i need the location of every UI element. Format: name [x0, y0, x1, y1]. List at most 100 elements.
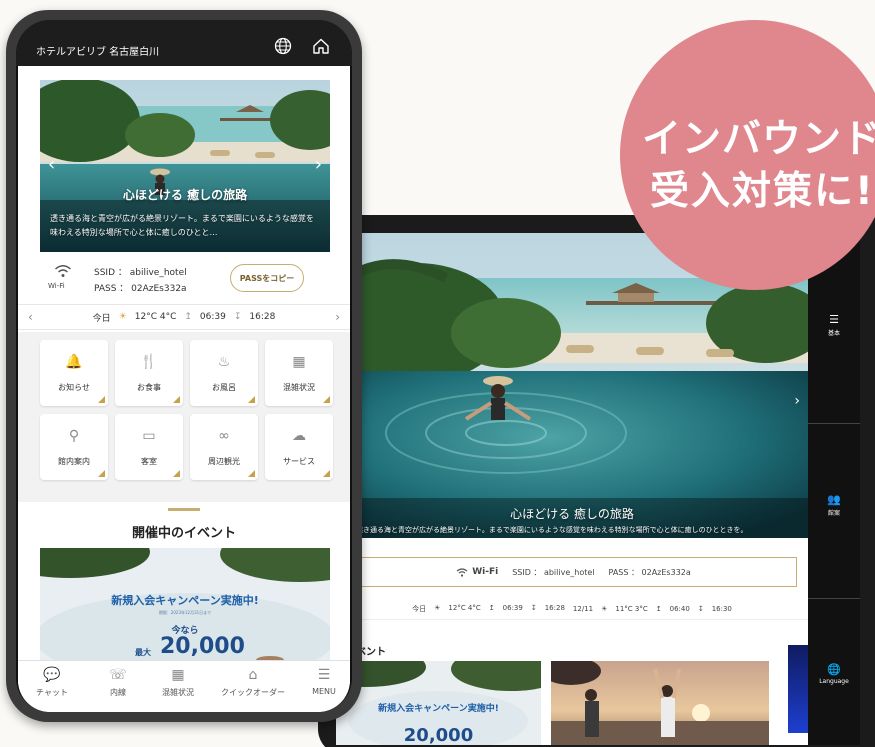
tablet-event-card-yoga[interactable]	[551, 661, 769, 745]
weather-sunset: 16:30	[711, 604, 732, 613]
tablet-event-card-campaign[interactable]: 新規入会キャンペーン実施中! 20,000	[336, 661, 541, 745]
sun-icon: ☀	[601, 604, 608, 613]
tile-sightseeing[interactable]: ∞ 周辺観光	[190, 414, 258, 480]
weather-sunset: 16:28	[249, 312, 276, 322]
menu-icon: ☰	[317, 667, 331, 683]
campaign-amount: 20,000	[160, 634, 245, 659]
hotel-title: ホテルアビリブ 名古屋白川	[36, 47, 160, 58]
tablet-weather-next-day: 12/11 ☀ 11°C 3°C ↥ 06:40 ↧ 16:30	[573, 605, 732, 613]
sunrise-icon: ↥	[488, 603, 495, 612]
wifi-ssid: SSID ： abilive_hotel	[94, 268, 187, 278]
wifi-pass: PASS ： 02AzEs332a	[94, 284, 187, 294]
campaign-title: 新規入会キャンペーン実施中!	[111, 594, 259, 607]
tablet-wifi-label: Wi-Fi	[472, 567, 499, 577]
copy-pass-button[interactable]: PASSをコピー	[230, 264, 304, 292]
tile-service[interactable]: ☁ サービス	[265, 414, 333, 480]
tile-label: 客室	[141, 457, 157, 466]
crowd-icon: ▦	[292, 354, 306, 370]
phone-device: ホテルアビリブ 名古屋白川 ‹ › 心ほどける 癒しの旅路 透き通る海と青空が広…	[6, 10, 362, 722]
divider	[808, 598, 860, 599]
nav-label: チャット	[36, 688, 68, 697]
event-card-campaign[interactable]: 新規入会キャンペーン実施中! 期限：2023年12月31日まで 今なら 最大 2…	[40, 548, 330, 668]
phone-wifi-box: Wi-Fi SSID ： abilive_hotel PASS ： 02AzEs…	[40, 262, 330, 298]
hero-next-button[interactable]: ›	[315, 154, 322, 175]
weather-next-button[interactable]: ›	[335, 310, 340, 324]
phone-hero-subtitle: 透き通る海と青空が広がる絶景リゾート。まるで楽園にいるような感覚を味わえる特別な…	[50, 214, 314, 237]
nav-label: 混雑状況	[162, 688, 194, 697]
bed-icon: ▭	[142, 428, 156, 444]
tablet-weather-bar: 今日 ☀ 12°C 4°C ↥ 06:39 ↧ 16:28 12/11 ☀ 11…	[336, 598, 808, 620]
divider	[808, 423, 860, 424]
phone-icon: ☏	[109, 667, 127, 683]
tablet-wifi-pass: PASS ： 02AzEs332a	[608, 567, 691, 577]
tile-crowd[interactable]: ▦ 混雑状況	[265, 340, 333, 406]
bath-icon: ♨	[217, 354, 231, 370]
badge-line-2: 受入対策に!	[650, 169, 875, 214]
phone-screen: ‹ › 心ほどける 癒しの旅路 透き通る海と青空が広がる絶景リゾート。まるで楽園…	[18, 66, 350, 712]
nav-label: MENU	[312, 687, 336, 696]
dining-icon: 🍴	[140, 354, 158, 370]
tablet-campaign-amount: 20,000	[403, 725, 474, 745]
weather-day: 今日	[412, 604, 427, 613]
tile-news[interactable]: 🔔 お知らせ	[40, 340, 108, 406]
tile-room[interactable]: ▭ 客室	[115, 414, 183, 480]
service-grid: 🔔 お知らせ 🍴 お食事 ♨ お風呂 ▦ 混雑状況 ⚲ 館内案内 ▭ 客室 ∞ …	[18, 332, 350, 502]
sunset-icon: ↧	[697, 604, 704, 613]
tablet-side-menu: ☰ 基本 👥 館案 🌐 Language	[808, 233, 860, 745]
tablet-hero-title: 心ほどける 癒しの旅路	[510, 507, 634, 521]
phone-header: ホテルアビリブ 名古屋白川	[16, 20, 352, 66]
nav-label: 内線	[110, 688, 126, 697]
hero-prev-button[interactable]: ‹	[48, 154, 55, 175]
phone-hero-title: 心ほどける 癒しの旅路	[122, 188, 248, 202]
sun-icon: ☀	[434, 603, 441, 612]
tablet-campaign-title: 新規入会キャンペーン実施中!	[378, 704, 499, 714]
phone-weather-bar: ‹ 今日 ☀ 12°C 4°C ↥ 06:39 ↧ 16:28 ›	[18, 304, 350, 330]
sunset-icon: ↧	[233, 312, 242, 322]
nav-crowd[interactable]: ▦ 混雑状況	[154, 667, 202, 698]
weather-day: 今日	[92, 313, 111, 324]
tablet-hero-next-button[interactable]: ›	[794, 393, 800, 409]
promo-badge: インバウンド 受入対策に!	[620, 20, 875, 290]
tablet-side-label: 館案	[827, 510, 840, 517]
events-title: 開催中のイベント	[131, 526, 236, 541]
sunrise-icon: ↥	[184, 312, 192, 322]
tile-label: 混雑状況	[283, 383, 315, 392]
badge-line-1: インバウンド	[642, 117, 875, 162]
tablet-side-item-basic[interactable]: ☰ 基本	[808, 313, 860, 337]
map-icon: ⚲	[68, 428, 80, 444]
globe-icon[interactable]	[274, 37, 292, 55]
tile-corner-mark	[323, 396, 330, 403]
cloche-icon: ⌂	[248, 667, 258, 683]
nav-quick-order[interactable]: ⌂ クイックオーダー	[218, 667, 288, 698]
tile-dining[interactable]: 🍴 お食事	[115, 340, 183, 406]
tablet-side-item-language[interactable]: 🌐 Language	[808, 663, 860, 685]
tablet-side-item-guide[interactable]: 👥 館案	[808, 493, 860, 517]
nav-chat[interactable]: 💬 チャット	[32, 667, 72, 698]
home-icon[interactable]	[312, 37, 330, 55]
globe-icon: 🌐	[827, 663, 841, 676]
wifi-label: Wi-Fi	[48, 282, 65, 290]
sunset-icon: ↧	[530, 603, 537, 612]
tile-corner-mark	[323, 470, 330, 477]
nav-extension[interactable]: ☏ 内線	[98, 667, 138, 698]
bottom-nav: 💬 チャット ☏ 内線 ▦ 混雑状況 ⌂ クイックオーダー ☰ MENU	[18, 660, 350, 712]
service-icon: ☁	[292, 428, 306, 444]
tablet-wifi-bar: Wi-Fi SSID ： abilive_hotel PASS ： 02AzEs…	[350, 557, 797, 587]
tablet-weather-today: 今日 ☀ 12°C 4°C ↥ 06:39 ↧ 16:28	[412, 604, 565, 614]
tile-corner-mark	[173, 396, 180, 403]
tile-bath[interactable]: ♨ お風呂	[190, 340, 258, 406]
weather-sunrise: 06:39	[199, 312, 226, 322]
tile-corner-mark	[98, 470, 105, 477]
weather-temp: 12°C 4°C	[134, 312, 177, 322]
nav-menu[interactable]: ☰ MENU	[304, 667, 344, 696]
wifi-icon	[55, 265, 71, 277]
wifi-icon	[456, 567, 468, 577]
tile-facility-guide[interactable]: ⚲ 館内案内	[40, 414, 108, 480]
people-icon: 👥	[827, 493, 841, 506]
campaign-period: 期限：2023年12月31日まで	[158, 610, 212, 615]
tile-label: 周辺観光	[208, 457, 240, 466]
tile-label: お知らせ	[58, 383, 90, 392]
tile-corner-mark	[248, 396, 255, 403]
weather-prev-button[interactable]: ‹	[28, 310, 33, 324]
tile-label: お食事	[137, 383, 161, 392]
